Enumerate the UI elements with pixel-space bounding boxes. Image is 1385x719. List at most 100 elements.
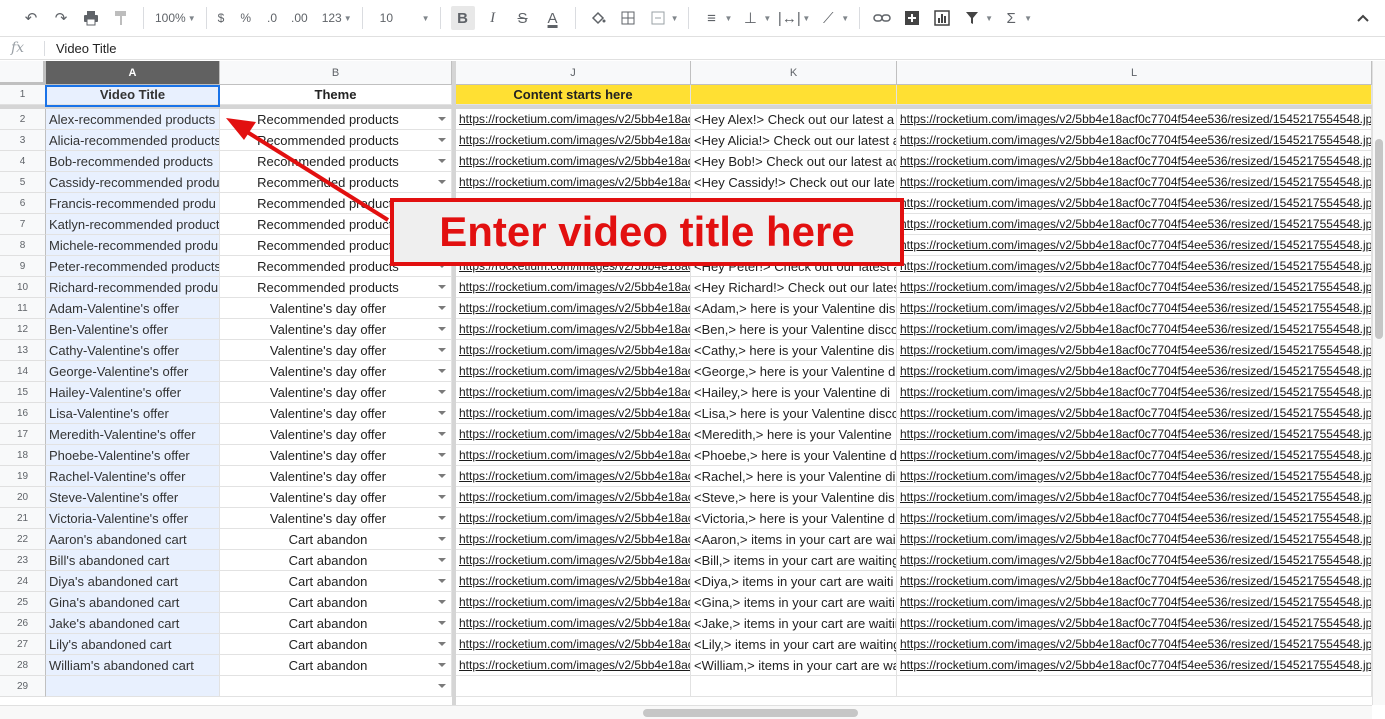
message-text-cell[interactable]: <Hey Richard!> Check out our lates <box>691 277 897 298</box>
horizontal-scrollbar[interactable] <box>0 705 1372 719</box>
insert-comment-icon[interactable] <box>900 6 924 30</box>
functions-button[interactable]: Σ <box>999 6 1023 30</box>
dropdown-arrow-icon[interactable] <box>438 537 446 541</box>
undo-icon[interactable]: ↶ <box>19 6 43 30</box>
theme-dropdown-cell[interactable]: Cart abandon <box>220 571 452 592</box>
header-cell-content-starts[interactable]: Content starts here <box>456 85 691 105</box>
message-text-cell[interactable]: <Diya,> items in your cart are waiti <box>691 571 897 592</box>
insert-link-icon[interactable] <box>870 6 894 30</box>
image-url-cell[interactable]: https://rocketium.com/images/v2/5bb4e18a… <box>456 424 691 445</box>
number-format-select[interactable]: 123 <box>322 11 342 25</box>
row-header[interactable]: 19 <box>0 466 46 487</box>
row-header[interactable]: 7 <box>0 214 46 235</box>
theme-dropdown-cell[interactable]: Valentine's day offer <box>220 508 452 529</box>
dropdown-arrow-icon[interactable] <box>438 558 446 562</box>
theme-dropdown-cell[interactable]: Valentine's day offer <box>220 487 452 508</box>
hyperlink[interactable]: https://rocketium.com/images/v2/5bb4e18a… <box>459 280 690 294</box>
image-url-cell[interactable]: https://rocketium.com/images/v2/5bb4e18a… <box>897 634 1372 655</box>
row-header[interactable]: 8 <box>0 235 46 256</box>
dropdown-arrow-icon[interactable] <box>438 600 446 604</box>
hyperlink[interactable]: https://rocketium.com/images/v2/5bb4e18a… <box>900 511 1371 525</box>
hyperlink[interactable]: https://rocketium.com/images/v2/5bb4e18a… <box>900 280 1371 294</box>
message-text-cell[interactable]: <Hey Bob!> Check out our latest ac <box>691 151 897 172</box>
row-header[interactable]: 3 <box>0 130 46 151</box>
column-header-b[interactable]: B <box>220 61 452 85</box>
image-url-cell[interactable]: https://rocketium.com/images/v2/5bb4e18a… <box>897 109 1372 130</box>
video-title-cell[interactable]: George-Valentine's offer <box>46 361 220 382</box>
theme-dropdown-cell[interactable]: Cart abandon <box>220 613 452 634</box>
dropdown-arrow-icon[interactable] <box>438 285 446 289</box>
percent-format-button[interactable]: % <box>240 11 251 25</box>
message-text-cell[interactable]: <Steve,> here is your Valentine dis <box>691 487 897 508</box>
hyperlink[interactable]: https://rocketium.com/images/v2/5bb4e18a… <box>459 490 690 504</box>
video-title-cell[interactable]: Lily's abandoned cart <box>46 634 220 655</box>
column-header-k[interactable]: K <box>691 61 897 85</box>
bold-button[interactable]: B <box>450 6 475 30</box>
message-text-cell[interactable]: <Adam,> here is your Valentine disc <box>691 298 897 319</box>
image-url-cell[interactable]: https://rocketium.com/images/v2/5bb4e18a… <box>456 382 691 403</box>
video-title-cell[interactable]: Victoria-Valentine's offer <box>46 508 220 529</box>
hyperlink[interactable]: https://rocketium.com/images/v2/5bb4e18a… <box>900 301 1371 315</box>
message-text-cell[interactable]: <Cathy,> here is your Valentine dis <box>691 340 897 361</box>
hyperlink[interactable]: https://rocketium.com/images/v2/5bb4e18a… <box>459 385 690 399</box>
theme-dropdown-cell[interactable]: Recommended products <box>220 109 452 130</box>
row-header[interactable]: 27 <box>0 634 46 655</box>
theme-dropdown-cell[interactable]: Recommended products <box>220 151 452 172</box>
hyperlink[interactable]: https://rocketium.com/images/v2/5bb4e18a… <box>900 532 1371 546</box>
hyperlink[interactable]: https://rocketium.com/images/v2/5bb4e18a… <box>459 532 690 546</box>
video-title-cell[interactable]: Ben-Valentine's offer <box>46 319 220 340</box>
video-title-cell[interactable]: Peter-recommended products <box>46 256 220 277</box>
row-header-1[interactable]: 1 <box>0 85 46 105</box>
decrease-decimal-button[interactable]: .0 <box>267 11 277 25</box>
theme-dropdown-cell[interactable]: Recommended products <box>220 172 452 193</box>
increase-decimal-button[interactable]: .00 <box>291 11 308 25</box>
hyperlink[interactable]: https://rocketium.com/images/v2/5bb4e18a… <box>459 637 690 651</box>
theme-dropdown-cell[interactable]: Valentine's day offer <box>220 466 452 487</box>
image-url-cell[interactable]: https://rocketium.com/images/v2/5bb4e18a… <box>897 592 1372 613</box>
image-url-cell[interactable]: https://rocketium.com/images/v2/5bb4e18a… <box>897 214 1372 235</box>
column-header-a[interactable]: A <box>46 61 220 85</box>
image-url-cell[interactable]: https://rocketium.com/images/v2/5bb4e18a… <box>897 277 1372 298</box>
video-title-cell[interactable]: Meredith-Valentine's offer <box>46 424 220 445</box>
theme-dropdown-cell[interactable]: Cart abandon <box>220 550 452 571</box>
image-url-cell[interactable]: https://rocketium.com/images/v2/5bb4e18a… <box>897 487 1372 508</box>
hyperlink[interactable]: https://rocketium.com/images/v2/5bb4e18a… <box>459 112 690 126</box>
image-url-cell[interactable]: https://rocketium.com/images/v2/5bb4e18a… <box>897 193 1372 214</box>
hyperlink[interactable]: https://rocketium.com/images/v2/5bb4e18a… <box>459 154 690 168</box>
row-header[interactable]: 6 <box>0 193 46 214</box>
text-wrap-icon[interactable]: |↔| <box>777 6 801 30</box>
image-url-cell[interactable]: https://rocketium.com/images/v2/5bb4e18a… <box>456 655 691 676</box>
image-url-cell[interactable]: https://rocketium.com/images/v2/5bb4e18a… <box>456 613 691 634</box>
video-title-cell[interactable]: Alicia-recommended products <box>46 130 220 151</box>
image-url-cell[interactable] <box>456 676 691 697</box>
formula-input[interactable]: Video Title <box>56 41 116 56</box>
message-text-cell[interactable]: <Aaron,> items in your cart are wai <box>691 529 897 550</box>
hyperlink[interactable]: https://rocketium.com/images/v2/5bb4e18a… <box>900 112 1371 126</box>
hyperlink[interactable]: https://rocketium.com/images/v2/5bb4e18a… <box>900 217 1371 231</box>
dropdown-arrow-icon[interactable] <box>438 117 446 121</box>
image-url-cell[interactable]: https://rocketium.com/images/v2/5bb4e18a… <box>456 130 691 151</box>
dropdown-arrow-icon[interactable] <box>438 390 446 394</box>
hyperlink[interactable]: https://rocketium.com/images/v2/5bb4e18a… <box>459 595 690 609</box>
video-title-cell[interactable]: Cassidy-recommended produ <box>46 172 220 193</box>
image-url-cell[interactable]: https://rocketium.com/images/v2/5bb4e18a… <box>897 256 1372 277</box>
image-url-cell[interactable]: https://rocketium.com/images/v2/5bb4e18a… <box>456 403 691 424</box>
image-url-cell[interactable]: https://rocketium.com/images/v2/5bb4e18a… <box>456 298 691 319</box>
hyperlink[interactable]: https://rocketium.com/images/v2/5bb4e18a… <box>900 595 1371 609</box>
image-url-cell[interactable]: https://rocketium.com/images/v2/5bb4e18a… <box>897 130 1372 151</box>
zoom-select[interactable]: 100% <box>155 11 186 25</box>
image-url-cell[interactable]: https://rocketium.com/images/v2/5bb4e18a… <box>897 172 1372 193</box>
image-url-cell[interactable]: https://rocketium.com/images/v2/5bb4e18a… <box>456 319 691 340</box>
currency-format-button[interactable]: $ <box>218 11 225 25</box>
vertical-scrollbar[interactable] <box>1372 61 1385 705</box>
video-title-cell[interactable]: Gina's abandoned cart <box>46 592 220 613</box>
hyperlink[interactable]: https://rocketium.com/images/v2/5bb4e18a… <box>900 574 1371 588</box>
image-url-cell[interactable]: https://rocketium.com/images/v2/5bb4e18a… <box>456 109 691 130</box>
row-header[interactable]: 10 <box>0 277 46 298</box>
video-title-cell[interactable]: Jake's abandoned cart <box>46 613 220 634</box>
hyperlink[interactable]: https://rocketium.com/images/v2/5bb4e18a… <box>900 259 1371 273</box>
theme-dropdown-cell[interactable]: Valentine's day offer <box>220 424 452 445</box>
hyperlink[interactable]: https://rocketium.com/images/v2/5bb4e18a… <box>900 406 1371 420</box>
image-url-cell[interactable]: https://rocketium.com/images/v2/5bb4e18a… <box>456 550 691 571</box>
paint-format-icon[interactable] <box>109 6 133 30</box>
